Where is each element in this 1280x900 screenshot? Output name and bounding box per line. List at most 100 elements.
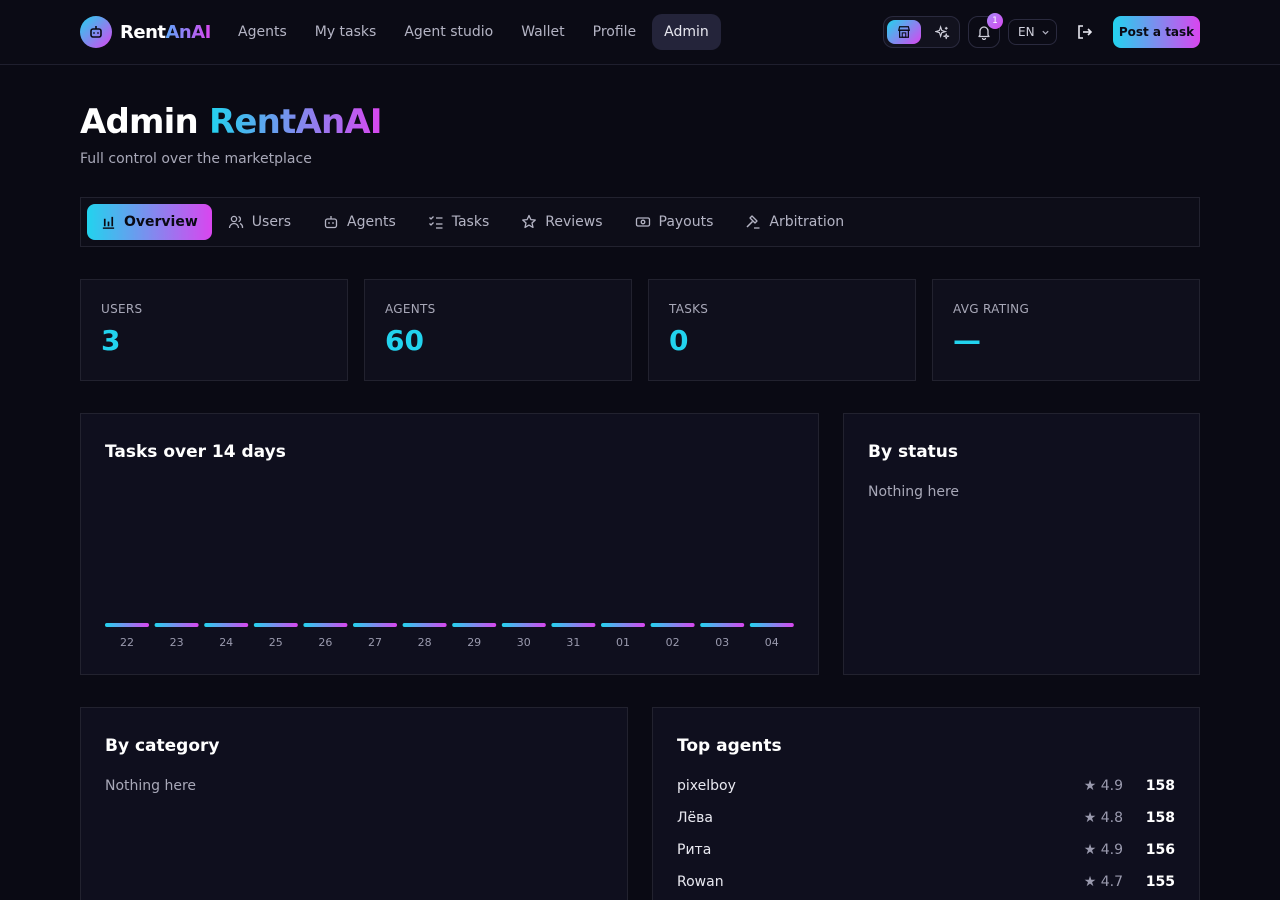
- x-tick-label: 04: [765, 636, 779, 649]
- tab-label: Users: [251, 214, 291, 230]
- agent-name: Rowan: [677, 874, 724, 890]
- chart-bar: [303, 623, 348, 627]
- top-agent-row[interactable]: Рита ★ 4.9 156: [677, 842, 1175, 874]
- chart-bar: [402, 623, 447, 627]
- tasks-bar-chart: 22 23 24 25 26 27 28 29 30 31 01 02 03 04: [105, 623, 794, 649]
- x-tick-label: 24: [219, 636, 233, 649]
- banknote-icon: [635, 217, 650, 227]
- panel-title: Tasks over 14 days: [105, 442, 286, 462]
- x-tick-label: 25: [269, 636, 283, 649]
- chart-bar: [601, 623, 645, 627]
- logout-icon: [1078, 25, 1093, 39]
- bot-logo-icon: [80, 16, 112, 48]
- bar-chart-icon: [102, 216, 115, 229]
- top-agent-row[interactable]: pixelboy ★ 4.9 158: [677, 778, 1175, 810]
- top-agents-panel: Top agents pixelboy ★ 4.9 158 Лёва ★ 4.8…: [652, 707, 1200, 900]
- tab-label: Tasks: [451, 214, 490, 230]
- page-subtitle: Full control over the marketplace: [80, 151, 312, 167]
- panel-title: Top agents: [677, 736, 782, 756]
- tab-label: Overview: [124, 214, 198, 230]
- chart-bar: [501, 623, 546, 627]
- logout-button[interactable]: [1074, 21, 1096, 43]
- task-list-icon: [428, 216, 443, 229]
- nav-wallet[interactable]: Wallet: [507, 14, 578, 50]
- x-tick-label: 28: [418, 636, 432, 649]
- tab-agents[interactable]: Agents: [307, 204, 412, 240]
- tab-users[interactable]: Users: [212, 204, 307, 240]
- top-agent-row[interactable]: Rowan ★ 4.7 155: [677, 874, 1175, 900]
- x-tick-label: 02: [666, 636, 680, 649]
- stat-card-agents: AGENTS 60: [364, 279, 632, 381]
- sparkles-icon: [934, 24, 949, 39]
- stat-value: 3: [101, 324, 121, 357]
- tab-overview[interactable]: Overview: [87, 204, 212, 240]
- tab-reviews[interactable]: Reviews: [505, 204, 618, 240]
- tab-arbitration[interactable]: Arbitration: [729, 204, 860, 240]
- agent-rating: ★ 4.8: [1083, 810, 1123, 826]
- x-tick-label: 26: [318, 636, 332, 649]
- stat-value: 60: [385, 324, 424, 357]
- brand-logo[interactable]: RentAnAI: [80, 16, 211, 48]
- chart-bar: [253, 623, 298, 627]
- chart-bar: [204, 623, 249, 627]
- nav-agents[interactable]: Agents: [224, 14, 301, 50]
- panel-title: By status: [868, 442, 959, 462]
- chevron-down-icon: [1041, 30, 1049, 35]
- chart-bar: [105, 623, 149, 627]
- nav-admin[interactable]: Admin: [652, 14, 721, 50]
- language-select[interactable]: EN: [1008, 19, 1057, 45]
- agent-count: 156: [1145, 842, 1175, 858]
- bot-icon: [324, 216, 338, 229]
- brand-name: RentAnAI: [120, 21, 211, 43]
- agent-rating: ★ 4.9: [1083, 842, 1123, 858]
- panel-title: By category: [105, 736, 220, 756]
- users-icon: [228, 215, 243, 229]
- stat-card-tasks: TASKS 0: [648, 279, 916, 381]
- notification-count-badge: 1: [987, 13, 1003, 29]
- star-icon: [522, 214, 537, 229]
- post-task-button[interactable]: Post a task: [1113, 16, 1200, 48]
- tab-label: Payouts: [658, 214, 714, 230]
- chart-bar: [353, 623, 397, 627]
- x-tick-label: 01: [616, 636, 630, 649]
- agent-name: pixelboy: [677, 778, 736, 794]
- nav-agent-studio[interactable]: Agent studio: [390, 14, 507, 50]
- top-navbar: RentAnAI Agents My tasks Agent studio Wa…: [0, 0, 1280, 65]
- x-tick-label: 23: [170, 636, 184, 649]
- empty-state-text: Nothing here: [105, 778, 197, 794]
- by-status-panel: By status Nothing here: [843, 413, 1200, 675]
- tab-label: Reviews: [545, 214, 603, 230]
- agent-count: 158: [1145, 778, 1175, 794]
- empty-state-text: Nothing here: [868, 484, 960, 500]
- nav-profile[interactable]: Profile: [579, 14, 651, 50]
- agent-rating: ★ 4.9: [1083, 778, 1123, 794]
- chart-bar: [749, 623, 794, 627]
- stat-label: AGENTS: [385, 302, 436, 316]
- stat-value: 0: [669, 324, 689, 357]
- by-category-panel: By category Nothing here: [80, 707, 628, 900]
- chart-bar: [452, 623, 497, 627]
- marketplace-mode-button[interactable]: [887, 20, 921, 44]
- main-nav: Agents My tasks Agent studio Wallet Prof…: [224, 14, 721, 50]
- mode-toggle: [883, 16, 960, 48]
- tab-payouts[interactable]: Payouts: [619, 204, 730, 240]
- admin-tabs: Overview Users Agents Tasks Reviews Payo…: [80, 197, 1200, 247]
- stat-value: —: [953, 324, 981, 357]
- nav-my-tasks[interactable]: My tasks: [301, 14, 391, 50]
- x-tick-label: 31: [566, 636, 580, 649]
- top-agent-row[interactable]: Лёва ★ 4.8 158: [677, 810, 1175, 842]
- x-tick-label: 27: [368, 636, 382, 649]
- x-tick-label: 30: [517, 636, 531, 649]
- agent-name: Лёва: [677, 810, 713, 826]
- stat-card-avg-rating: AVG RATING —: [932, 279, 1200, 381]
- agent-rating: ★ 4.7: [1083, 874, 1123, 890]
- studio-mode-button[interactable]: [928, 20, 956, 44]
- page-title: Admin RentAnAI: [80, 102, 383, 142]
- chart-bar: [700, 623, 745, 627]
- stat-label: AVG RATING: [953, 302, 1030, 316]
- agent-count: 155: [1145, 874, 1175, 890]
- chart-bar: [551, 623, 596, 627]
- agent-count: 158: [1145, 810, 1175, 826]
- tab-tasks[interactable]: Tasks: [412, 204, 506, 240]
- gavel-icon: [746, 215, 760, 229]
